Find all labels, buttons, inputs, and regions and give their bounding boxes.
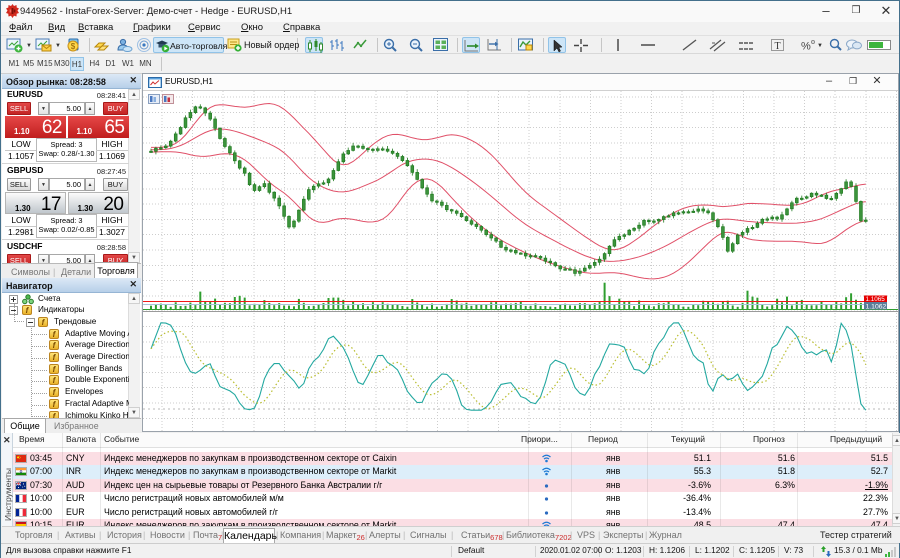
svg-text:1.1065: 1.1065 — [866, 296, 886, 303]
svg-text:%: % — [801, 41, 811, 53]
svg-text:$: $ — [71, 42, 76, 51]
svg-text:1.1062: 1.1062 — [866, 303, 887, 310]
svg-text:T: T — [775, 41, 781, 52]
